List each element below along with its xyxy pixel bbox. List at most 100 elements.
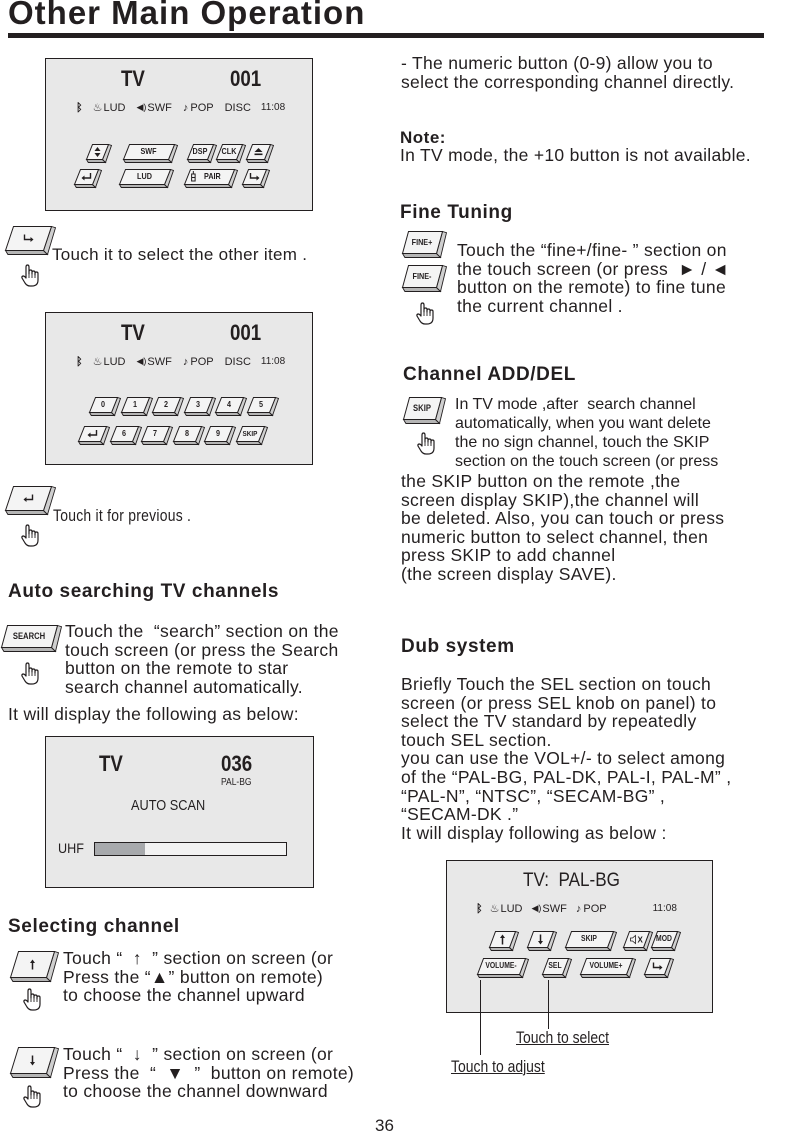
scan-progress-bar <box>94 842 287 856</box>
swf-button-label: SWF <box>140 146 157 156</box>
digit-3-button[interactable]: 3 <box>183 396 216 417</box>
channel-down-button <box>9 1046 60 1079</box>
digit-7-button-label: 7 <box>152 428 158 438</box>
note-text: In TV mode, the +10 button is not availa… <box>400 145 751 165</box>
skip-button: SKIP <box>402 396 447 425</box>
bluetooth-icon: ᛒ <box>76 101 83 114</box>
selecting-channel-heading: Selecting channel <box>8 916 180 937</box>
fine-minus-button: FINE- <box>401 264 448 293</box>
tv-standard-label: PAL-BG <box>221 777 252 788</box>
updown-button[interactable] <box>85 143 113 164</box>
bluetooth-icon: ᛒ <box>476 902 483 915</box>
callout-line-select <box>548 980 549 1029</box>
digit-0-button[interactable]: 0 <box>88 396 122 417</box>
volume-down-button[interactable]: VOLUME- <box>476 957 530 979</box>
digit-4-button[interactable]: 4 <box>214 396 248 417</box>
loudness-icon: ♨ <box>92 102 103 114</box>
mod-button-label: MOD <box>656 934 672 943</box>
down-button[interactable] <box>526 930 558 952</box>
previous-button[interactable] <box>77 425 111 446</box>
scan-progress-fill <box>95 843 145 855</box>
volume-up-button[interactable]: VOLUME+ <box>579 957 637 979</box>
callout-touch-to-adjust: Touch to adjust <box>451 1057 545 1076</box>
lud-button[interactable]: LUD <box>118 168 175 189</box>
status-bar: ᛒ ♨ LUD ◀) SWF ♪ POP DISC 11:08 <box>76 355 285 369</box>
up-button[interactable] <box>488 930 520 952</box>
status-swf: SWF <box>147 101 172 114</box>
title-rule <box>8 33 764 38</box>
fine-tuning-heading: Fine Tuning <box>400 202 513 223</box>
pointing-hand-icon <box>22 1085 44 1109</box>
panel-source-label: TV <box>121 320 145 345</box>
skip-button[interactable]: SKIP <box>235 425 268 446</box>
music-note-icon: ♪ <box>182 355 189 368</box>
status-time: 11:08 <box>260 102 286 113</box>
volume-up-button-label: VOLUME+ <box>589 961 623 970</box>
fine-plus-button-label: FINE+ <box>411 237 433 247</box>
loudness-icon: ♨ <box>92 356 103 368</box>
status-time: 11:08 <box>652 903 677 914</box>
next-button[interactable] <box>241 168 271 189</box>
digit-1-button[interactable]: 1 <box>120 396 153 417</box>
digit-8-button-label: 8 <box>184 428 189 438</box>
digit-6-button[interactable]: 6 <box>109 425 142 446</box>
pointing-hand-icon <box>20 662 42 686</box>
auto-search-text: Touch the “search” section on the touch … <box>65 621 339 697</box>
music-note-icon: ♪ <box>575 902 582 915</box>
search-button-label: SEARCH <box>12 631 46 641</box>
music-note-icon: ♪ <box>182 101 189 114</box>
page-title: Other Main Operation <box>8 0 366 31</box>
channel-up-button <box>9 950 60 983</box>
dub-system-text: Briefly Touch the SEL section on touch s… <box>401 674 732 843</box>
skip-button-label: SKIP <box>413 403 431 413</box>
channel-add-del-text-indented: In TV mode ,after search channel automat… <box>455 396 719 470</box>
mod-button[interactable]: MOD <box>650 930 682 952</box>
skip-button[interactable]: SKIP <box>564 930 618 952</box>
page-number: 36 <box>375 1116 394 1135</box>
volume-down-button-label: VOLUME- <box>485 961 517 970</box>
dsp-button[interactable]: DSP <box>186 143 218 164</box>
panel-title: TV: PAL-BG <box>523 870 620 891</box>
pair-button[interactable]: PAIR <box>183 168 239 189</box>
skip-button-label: SKIP <box>581 934 597 943</box>
digit-5-button-label: 5 <box>258 399 263 409</box>
callout-line-adjust <box>480 980 481 1055</box>
fine-minus-button-label: FINE- <box>412 271 432 281</box>
status-lud: LUD <box>103 101 126 114</box>
previous-button[interactable] <box>73 168 103 189</box>
channel-add-del-text: the SKIP button on the remote ,the scree… <box>401 471 725 584</box>
pointing-hand-icon <box>416 432 438 456</box>
svg-text:X: X <box>638 936 644 945</box>
digit-2-button-label: 2 <box>163 399 169 409</box>
digit-3-button-label: 3 <box>195 399 200 409</box>
speaker-icon: ◀) <box>136 102 147 112</box>
next-button <box>4 225 57 256</box>
digit-7-button[interactable]: 7 <box>140 425 174 446</box>
digit-4-button-label: 4 <box>226 399 232 409</box>
sel-button[interactable]: SEL <box>541 957 573 979</box>
swf-button[interactable]: SWF <box>122 143 179 164</box>
digit-2-button[interactable]: 2 <box>151 396 185 417</box>
auto-search-heading: Auto searching TV channels <box>8 581 280 602</box>
fine-plus-button: FINE+ <box>401 230 448 259</box>
eject-button[interactable] <box>245 143 275 164</box>
status-bar: ᛒ ♨ LUD ◀) SWF ♪ POP DISC 11:08 <box>76 101 286 115</box>
lud-button-label: LUD <box>137 171 152 181</box>
status-swf: SWF <box>542 902 567 915</box>
auto-search-display-text: It will display the following as below: <box>8 704 299 724</box>
status-pop: POP <box>190 101 214 114</box>
next-button[interactable] <box>643 957 675 979</box>
digit-5-button[interactable]: 5 <box>246 396 279 417</box>
pointing-hand-icon <box>415 302 437 326</box>
clk-button[interactable]: CLK <box>215 143 247 164</box>
sel-button-label: SEL <box>548 961 562 970</box>
digit-8-button[interactable]: 8 <box>172 425 205 446</box>
mute-button[interactable]: X <box>622 930 654 952</box>
digit-9-button[interactable]: 9 <box>203 425 237 446</box>
previous-item-text: Touch it for previous . <box>53 506 192 525</box>
pointing-hand-icon <box>22 988 44 1012</box>
loudness-icon: ♨ <box>489 903 500 915</box>
dsp-button-label: DSP <box>192 146 208 156</box>
digit-0-button-label: 0 <box>100 399 106 409</box>
panel-channel-number: 001 <box>230 320 262 345</box>
